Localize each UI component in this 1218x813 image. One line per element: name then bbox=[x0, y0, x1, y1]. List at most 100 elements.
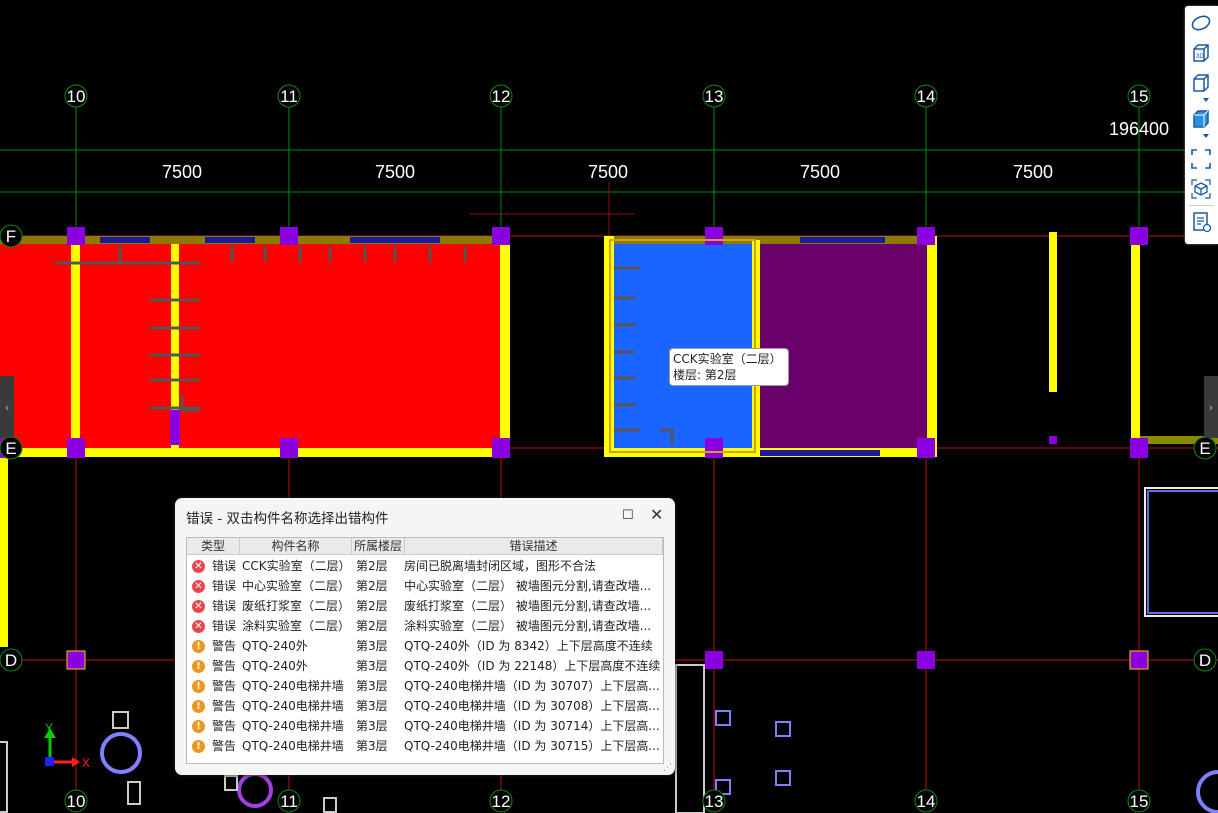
cell-desc: QTQ-240电梯井墙（ID 为 30715）上下层高... bbox=[404, 739, 660, 753]
cell-floor: 第2层 bbox=[356, 599, 388, 613]
cell-name[interactable]: QTQ-240电梯井墙 bbox=[242, 736, 352, 756]
cell-type: 警告 bbox=[212, 659, 237, 673]
box-view-icon[interactable] bbox=[1190, 72, 1212, 94]
cell-type: 警告 bbox=[212, 699, 237, 713]
cell-name[interactable]: 废纸打浆室（二层） bbox=[242, 596, 352, 616]
cell-name[interactable]: QTQ-240电梯井墙 bbox=[242, 676, 352, 696]
table-row[interactable]: ! 警告 QTQ-240电梯井墙 第3层 QTQ-240电梯井墙（ID 为 30708）… bbox=[187, 696, 663, 716]
warning-icon: ! bbox=[192, 700, 205, 713]
cell-desc: 涂料实验室（二层） 被墙图元分割,请查改墙... bbox=[404, 619, 652, 633]
cell-desc: QTQ-240电梯井墙（ID 为 30708）上下层高... bbox=[404, 699, 660, 713]
axis-row-D-left: D bbox=[5, 651, 17, 670]
error-icon: ✕ bbox=[192, 560, 205, 573]
axis-top-10: 10 bbox=[67, 87, 86, 106]
warning-icon: ! bbox=[192, 720, 205, 733]
column-header-floor[interactable]: 所属楼层 bbox=[352, 538, 405, 554]
table-row[interactable]: ! 警告 QTQ-240电梯井墙 第3层 QTQ-240电梯井墙（ID 为 30714）… bbox=[187, 716, 663, 736]
right-panel-handle[interactable]: › bbox=[1204, 376, 1218, 438]
column-header-type[interactable]: 类型 bbox=[187, 538, 240, 554]
table-row[interactable]: ! 警告 QTQ-240电梯井墙 第3层 QTQ-240电梯井墙（ID 为 30715）… bbox=[187, 736, 663, 756]
table-row[interactable]: ! 警告 QTQ-240外 第3层 QTQ-240外（ID 为 22148）上下层高度不… bbox=[187, 656, 663, 676]
error-table: 类型 构件名称 所属楼层 错误描述 ✕ 错误 CCK实验室（二层） 第2层 房间已脱离墙… bbox=[186, 537, 664, 764]
cell-type: 警告 bbox=[212, 639, 237, 653]
cell-type: 警告 bbox=[212, 679, 237, 693]
dialog-title: 错误 - 双击构件名称选择出错构件 bbox=[186, 511, 389, 527]
report-view-icon[interactable] bbox=[1190, 211, 1212, 233]
cell-floor: 第2层 bbox=[356, 619, 388, 633]
axis-top-14: 14 bbox=[917, 87, 936, 106]
error-icon: ✕ bbox=[192, 600, 205, 613]
table-header: 类型 构件名称 所属楼层 错误描述 bbox=[187, 538, 663, 555]
axis-row-E-right: E bbox=[1199, 439, 1210, 458]
axis-bottom-11: 11 bbox=[280, 792, 298, 811]
cell-floor: 第3层 bbox=[356, 739, 388, 753]
warning-icon: ! bbox=[192, 660, 205, 673]
cell-desc: 中心实验室（二层） 被墙图元分割,请查改墙... bbox=[404, 579, 652, 593]
cell-floor: 第2层 bbox=[356, 579, 388, 593]
column-header-desc[interactable]: 错误描述 bbox=[405, 538, 663, 554]
table-row[interactable]: ✕ 错误 废纸打浆室（二层） 第2层 废纸打浆室（二层） 被墙图元分割,请查改墙... bbox=[187, 596, 663, 616]
axis-row-E-left: E bbox=[5, 439, 16, 458]
fit-view-icon[interactable] bbox=[1190, 148, 1212, 170]
axis-top-15: 15 bbox=[1130, 87, 1149, 106]
axis-bottom-14: 14 bbox=[917, 792, 936, 811]
table-row[interactable]: ✕ 错误 涂料实验室（二层） 第2层 涂料实验室（二层） 被墙图元分割,请查改墙... bbox=[187, 616, 663, 636]
error-icon: ✕ bbox=[192, 580, 205, 593]
dimension-total: 196400 bbox=[1109, 119, 1169, 139]
table-row[interactable]: ! 警告 QTQ-240电梯井墙 第3层 QTQ-240电梯井墙（ID 为 30707）… bbox=[187, 676, 663, 696]
axis-row-F: F bbox=[6, 227, 16, 246]
cell-floor: 第3层 bbox=[356, 699, 388, 713]
room-purple[interactable] bbox=[758, 240, 933, 452]
view-3d-icon[interactable]: 3D bbox=[1190, 42, 1212, 64]
axis-bubbles-top: 10 11 12 13 14 15 bbox=[64, 84, 1151, 108]
solid-box-icon[interactable] bbox=[1190, 108, 1212, 130]
dimension-span-1: 7500 bbox=[162, 162, 202, 182]
tooltip-floor: 楼层: 第2层 bbox=[673, 368, 737, 382]
cell-desc: QTQ-240外（ID 为 22148）上下层高度不连续 bbox=[404, 659, 661, 673]
cell-floor: 第3层 bbox=[356, 639, 388, 653]
dimension-span-4: 7500 bbox=[800, 162, 840, 182]
room-cck-blue[interactable] bbox=[610, 240, 758, 452]
table-row[interactable]: ✕ 错误 CCK实验室（二层） 第2层 房间已脱离墙封闭区域，图形不合法 bbox=[187, 556, 663, 576]
cell-type: 错误 bbox=[212, 599, 237, 613]
warning-icon: ! bbox=[192, 740, 205, 753]
svg-text:3D: 3D bbox=[1196, 54, 1204, 60]
view-sphere-icon[interactable] bbox=[1190, 12, 1212, 34]
axis-bottom-13: 13 bbox=[705, 792, 724, 811]
table-row[interactable]: ✕ 错误 中心实验室（二层） 第2层 中心实验室（二层） 被墙图元分割,请查改墙... bbox=[187, 576, 663, 596]
maximize-icon[interactable]: ☐ bbox=[622, 508, 636, 523]
svg-text:X: X bbox=[82, 756, 90, 770]
chevron-down-icon[interactable] bbox=[1190, 96, 1212, 104]
dimension-span-5: 7500 bbox=[1013, 162, 1053, 182]
table-row[interactable]: ! 警告 QTQ-240外 第3层 QTQ-240外（ID 为 8342）上下层高度不连… bbox=[187, 636, 663, 656]
cell-type: 错误 bbox=[212, 559, 237, 573]
cell-name[interactable]: 涂料实验室（二层） bbox=[242, 616, 352, 636]
close-icon[interactable]: ✕ bbox=[650, 505, 666, 524]
cell-name[interactable]: QTQ-240外 bbox=[242, 636, 352, 656]
chevron-down-icon[interactable] bbox=[1190, 132, 1212, 140]
left-panel-handle[interactable]: ‹ bbox=[0, 376, 14, 438]
cell-desc: 房间已脱离墙封闭区域，图形不合法 bbox=[404, 559, 597, 573]
axis-bottom-10: 10 bbox=[67, 792, 86, 811]
tooltip-room-name: CCK实验室（二层） bbox=[673, 352, 782, 366]
cube-select-icon[interactable] bbox=[1190, 178, 1212, 200]
cell-name[interactable]: CCK实验室（二层） bbox=[242, 556, 352, 576]
cell-name[interactable]: QTQ-240电梯井墙 bbox=[242, 696, 352, 716]
room-tooltip: CCK实验室（二层） 楼层: 第2层 bbox=[669, 348, 789, 386]
cell-type: 错误 bbox=[212, 579, 237, 593]
dimension-span-3: 7500 bbox=[588, 162, 628, 182]
cell-floor: 第3层 bbox=[356, 719, 388, 733]
cell-name[interactable]: 中心实验室（二层） bbox=[242, 576, 352, 596]
cell-desc: QTQ-240电梯井墙（ID 为 30707）上下层高... bbox=[404, 679, 660, 693]
cell-floor: 第3层 bbox=[356, 679, 388, 693]
warning-icon: ! bbox=[192, 680, 205, 693]
cell-desc: 废纸打浆室（二层） 被墙图元分割,请查改墙... bbox=[404, 599, 652, 613]
axis-top-11: 11 bbox=[280, 87, 298, 106]
error-dialog: 错误 - 双击构件名称选择出错构件 ☐ ✕ 类型 构件名称 所属楼层 错误描述 … bbox=[175, 498, 675, 775]
cell-name[interactable]: QTQ-240外 bbox=[242, 656, 352, 676]
cell-name[interactable]: QTQ-240电梯井墙 bbox=[242, 716, 352, 736]
column-header-name[interactable]: 构件名称 bbox=[240, 538, 352, 554]
resize-grip-icon[interactable]: ⋰ bbox=[663, 763, 672, 773]
cell-type: 警告 bbox=[212, 719, 237, 733]
cell-type: 警告 bbox=[212, 739, 237, 753]
